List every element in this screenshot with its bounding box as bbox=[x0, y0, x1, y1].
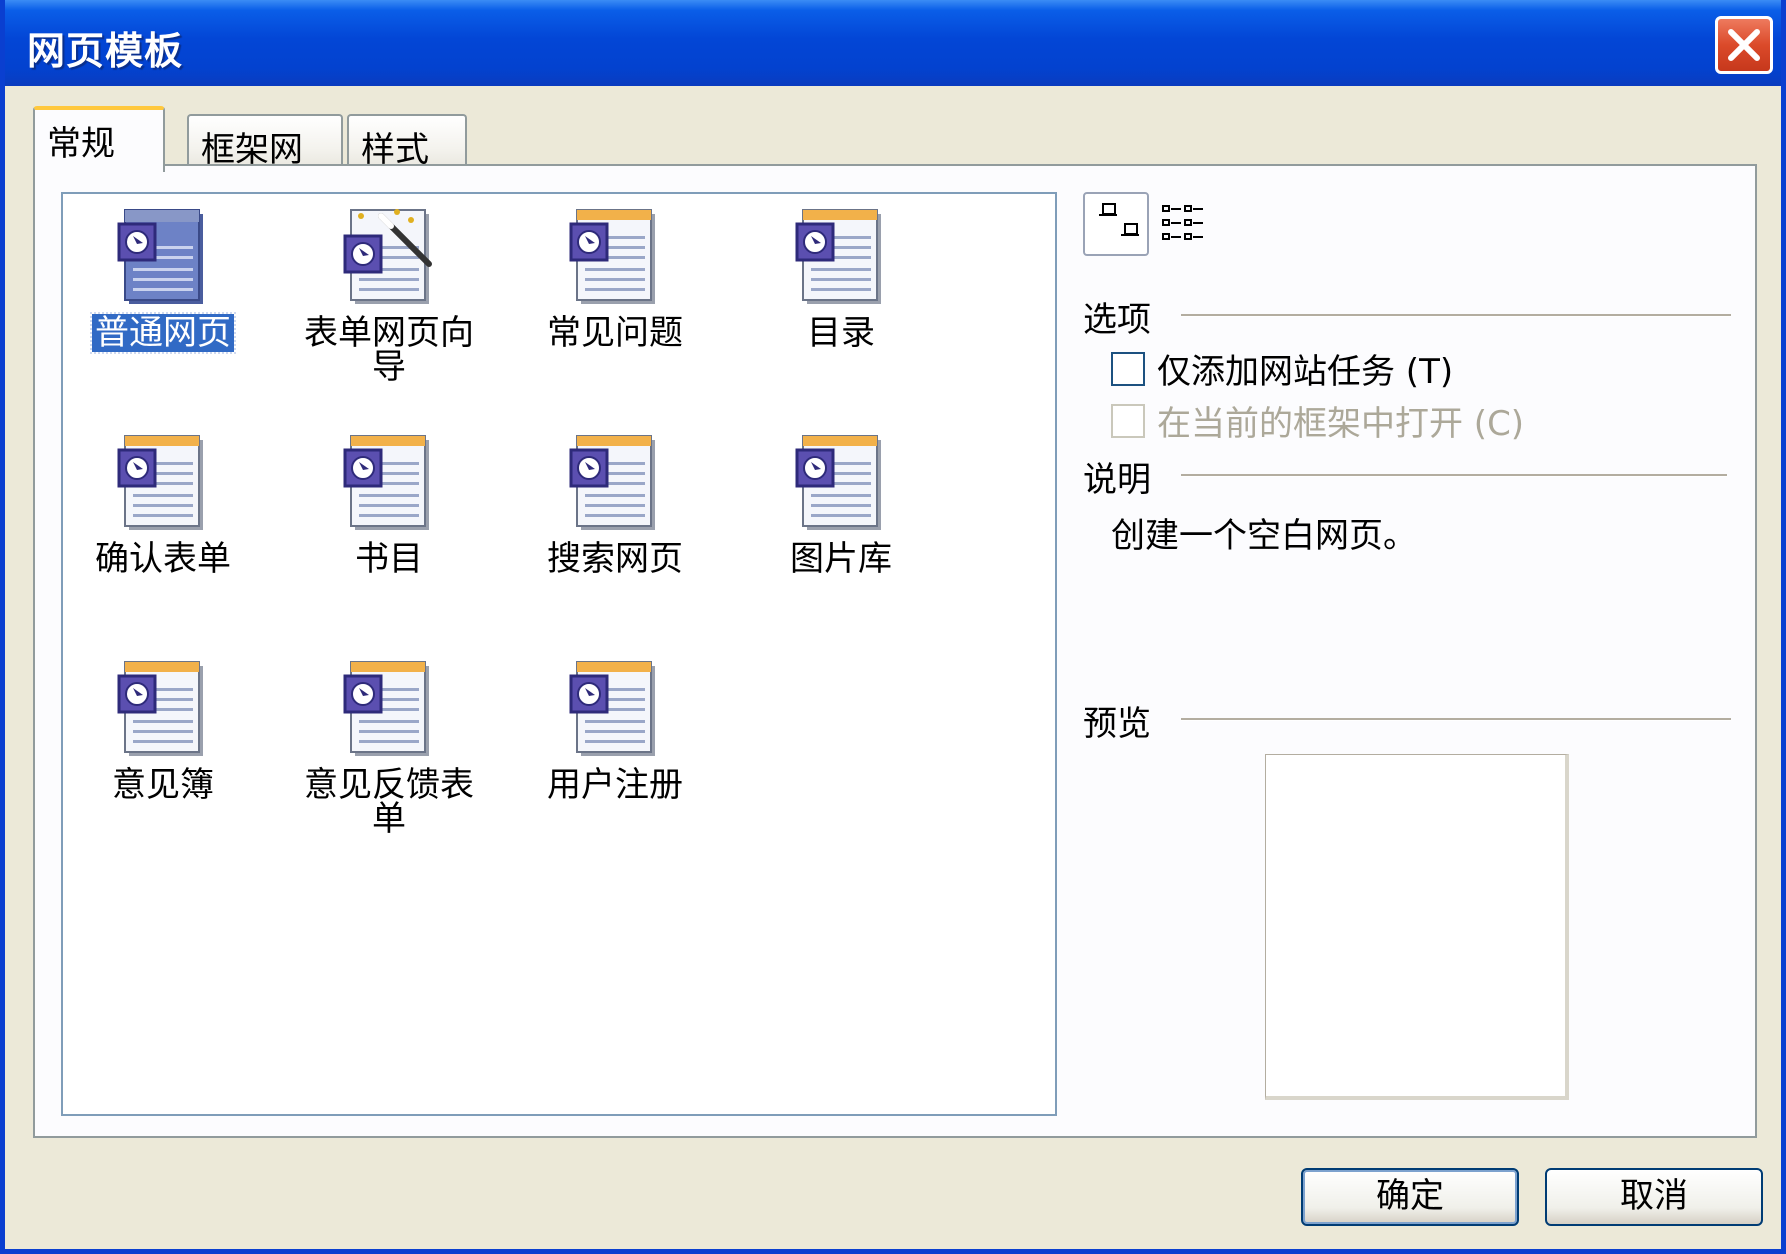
template-label: 确认表单 bbox=[95, 539, 231, 579]
template-item-bibliography[interactable]: 书目 bbox=[289, 432, 489, 578]
template-item-user-registration[interactable]: 用户注册 bbox=[515, 658, 715, 804]
page-template-icon bbox=[569, 435, 655, 530]
add-web-task-checkbox[interactable]: 仅添加网站任务 (T) bbox=[1111, 344, 1453, 393]
options-divider bbox=[1181, 314, 1731, 317]
template-item-guest-book[interactable]: 意见簿 bbox=[63, 658, 263, 804]
template-item-table-of-contents[interactable]: 目录 bbox=[741, 206, 941, 352]
large-icons-view-icon bbox=[1099, 203, 1139, 236]
tab-general[interactable]: 常规 bbox=[33, 106, 165, 172]
template-item-search-page[interactable]: 搜索网页 bbox=[515, 432, 715, 578]
cancel-button[interactable]: 取消 bbox=[1545, 1168, 1763, 1226]
template-item-normal-page[interactable]: 普通网页 bbox=[63, 206, 263, 354]
page-template-icon bbox=[117, 435, 203, 530]
open-in-current-frame-checkbox: 在当前的框架中打开 (C) bbox=[1111, 396, 1524, 445]
web-page-templates-dialog: 网页模板 常规 框架网页 样式表 普通网页 bbox=[0, 0, 1786, 1254]
page-template-icon bbox=[343, 435, 429, 530]
details-view-button[interactable] bbox=[1157, 192, 1223, 256]
checkbox-box[interactable] bbox=[1111, 351, 1145, 386]
page-template-icon bbox=[569, 209, 655, 304]
options-heading: 选项 bbox=[1083, 300, 1151, 340]
dialog-title: 网页模板 bbox=[27, 29, 184, 73]
template-label: 搜索网页 bbox=[547, 539, 683, 579]
normal-page-icon bbox=[117, 209, 203, 304]
page-template-icon bbox=[795, 209, 881, 304]
close-button[interactable] bbox=[1715, 16, 1773, 74]
form-wizard-icon bbox=[343, 209, 432, 304]
description-heading: 说明 bbox=[1083, 460, 1151, 500]
template-label: 目录 bbox=[807, 313, 875, 353]
details-view-icon bbox=[1162, 205, 1203, 240]
preview-divider bbox=[1181, 718, 1731, 721]
template-item-confirmation-form[interactable]: 确认表单 bbox=[63, 432, 263, 578]
add-web-task-label: 仅添加网站任务 (T) bbox=[1157, 352, 1454, 392]
template-item-faq[interactable]: 常见问题 bbox=[515, 206, 715, 352]
template-label: 书目 bbox=[355, 539, 423, 579]
template-label: 表单网页向导 bbox=[304, 313, 474, 387]
template-label: 常见问题 bbox=[547, 313, 683, 353]
tab-frames-pages[interactable]: 框架网页 bbox=[187, 114, 343, 219]
template-label: 图片库 bbox=[790, 539, 892, 579]
description-text: 创建一个空白网页。 bbox=[1111, 516, 1417, 556]
template-label: 意见簿 bbox=[112, 765, 214, 805]
page-template-icon bbox=[569, 661, 655, 756]
template-label: 普通网页 bbox=[90, 312, 236, 354]
template-list[interactable]: 普通网页 表单网页向导 常见问题 目录 确认表单 书目 搜索网页 图片库 意见簿… bbox=[61, 192, 1057, 1116]
preview-pane bbox=[1265, 754, 1569, 1100]
template-label: 用户注册 bbox=[547, 765, 683, 805]
page-template-icon bbox=[795, 435, 881, 530]
template-item-feedback-form[interactable]: 意见反馈表单 bbox=[289, 658, 489, 838]
ok-button[interactable]: 确定 bbox=[1301, 1168, 1519, 1226]
template-item-photo-gallery[interactable]: 图片库 bbox=[741, 432, 941, 578]
large-icons-view-button[interactable] bbox=[1083, 192, 1149, 256]
close-icon bbox=[1728, 29, 1760, 61]
page-template-icon bbox=[343, 661, 429, 756]
title-bar[interactable]: 网页模板 bbox=[5, 0, 1781, 86]
page-template-icon bbox=[117, 661, 203, 756]
open-in-current-frame-label: 在当前的框架中打开 (C) bbox=[1157, 404, 1525, 444]
checkbox-box bbox=[1111, 403, 1145, 438]
description-divider bbox=[1181, 474, 1727, 477]
template-item-form-wizard[interactable]: 表单网页向导 bbox=[289, 206, 489, 386]
preview-heading: 预览 bbox=[1083, 704, 1151, 744]
tab-style-sheets[interactable]: 样式表 bbox=[347, 114, 467, 219]
template-label: 意见反馈表单 bbox=[304, 765, 474, 839]
